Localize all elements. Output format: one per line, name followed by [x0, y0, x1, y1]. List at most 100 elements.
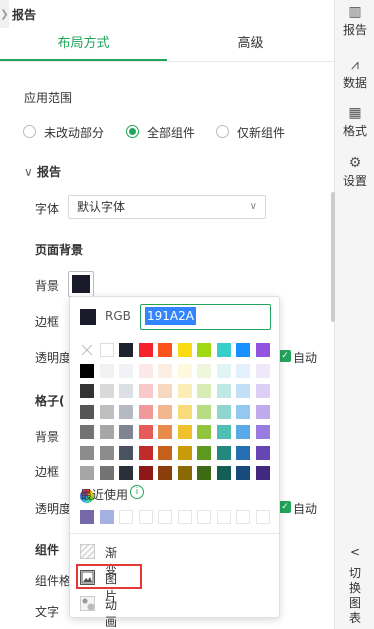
color-cell[interactable] — [99, 466, 114, 480]
scope-radio-unchanged[interactable] — [23, 125, 36, 138]
color-cell[interactable] — [99, 363, 114, 378]
color-cell[interactable] — [255, 404, 270, 419]
color-cell[interactable] — [177, 445, 192, 460]
color-cell[interactable] — [80, 363, 94, 378]
report-section-header[interactable]: ∨ 报告 — [24, 163, 61, 180]
color-cell[interactable] — [216, 466, 231, 480]
color-cell[interactable] — [99, 445, 114, 460]
rail-item-data[interactable]: ⩘ 数据 — [335, 56, 374, 91]
hex-input[interactable]: 191A2A — [140, 304, 271, 330]
color-cell[interactable] — [99, 404, 114, 419]
color-mode-label[interactable]: RGB — [105, 309, 131, 323]
grid-auto-checkbox[interactable]: ✓ — [279, 501, 291, 513]
color-cell[interactable] — [197, 363, 211, 378]
color-cell[interactable] — [138, 363, 153, 378]
recent-color-cell[interactable] — [138, 510, 153, 524]
scrollbar[interactable] — [331, 62, 335, 629]
recent-color-cell[interactable] — [119, 510, 133, 524]
bg-color-button[interactable] — [68, 271, 94, 297]
rail-item-settings[interactable]: ⚙ 设置 — [335, 154, 374, 189]
color-cell[interactable] — [99, 384, 114, 398]
recent-color-cell[interactable] — [158, 510, 172, 524]
color-cell[interactable] — [236, 425, 250, 439]
color-cell[interactable] — [236, 363, 250, 378]
color-cell[interactable] — [119, 466, 133, 480]
color-cell[interactable] — [158, 445, 172, 460]
auto-checkbox[interactable]: ✓ — [279, 350, 291, 362]
color-cell[interactable] — [119, 343, 133, 357]
color-cell[interactable] — [255, 363, 270, 378]
color-cell[interactable] — [138, 384, 153, 398]
color-cell[interactable] — [119, 384, 133, 398]
color-cell[interactable] — [80, 384, 94, 398]
color-cell[interactable] — [119, 404, 133, 419]
color-cell[interactable] — [216, 404, 231, 419]
recent-color-cell[interactable] — [216, 510, 231, 524]
scope-radio-all[interactable] — [126, 125, 139, 138]
color-cell[interactable] — [119, 445, 133, 460]
color-cell[interactable] — [255, 466, 270, 480]
color-cell[interactable] — [216, 425, 231, 439]
color-cell[interactable] — [177, 404, 192, 419]
font-select[interactable]: 默认字体 ∨ — [68, 195, 266, 219]
color-cell[interactable] — [255, 445, 270, 460]
tab-advanced[interactable]: 高级 — [167, 28, 334, 61]
collapse-handle[interactable]: ❯ — [0, 0, 9, 28]
rail-item-format[interactable]: ▦ 格式 — [335, 104, 374, 139]
color-cell[interactable] — [197, 466, 211, 480]
color-cell[interactable] — [158, 404, 172, 419]
color-cell[interactable] — [138, 425, 153, 439]
recent-color-cell[interactable] — [99, 510, 114, 524]
color-cell[interactable] — [158, 363, 172, 378]
color-cell[interactable] — [255, 425, 270, 439]
color-cell[interactable] — [216, 343, 231, 357]
recent-color-cell[interactable] — [255, 510, 270, 524]
recent-color-cell[interactable] — [197, 510, 211, 524]
color-cell[interactable] — [197, 343, 211, 357]
color-cell[interactable] — [80, 404, 94, 419]
color-cell[interactable] — [216, 384, 231, 398]
color-cell[interactable] — [236, 384, 250, 398]
color-cell[interactable] — [99, 343, 114, 357]
color-cell[interactable] — [236, 466, 250, 480]
color-cell[interactable] — [80, 466, 94, 480]
color-cell[interactable] — [177, 466, 192, 480]
color-cell[interactable] — [99, 425, 114, 439]
color-cell[interactable] — [177, 363, 192, 378]
color-cell[interactable] — [197, 384, 211, 398]
color-cell[interactable] — [158, 466, 172, 480]
color-cell[interactable] — [177, 425, 192, 439]
color-cell[interactable] — [216, 363, 231, 378]
color-cell[interactable] — [138, 343, 153, 357]
color-cell[interactable] — [158, 343, 172, 357]
rail-item-report[interactable]: ▥ 报告 — [335, 3, 374, 38]
recent-color-cell[interactable] — [80, 510, 94, 524]
color-cell[interactable] — [80, 445, 94, 460]
color-cell[interactable] — [138, 404, 153, 419]
recent-color-cell[interactable] — [177, 510, 192, 524]
info-icon[interactable]: i — [130, 485, 144, 499]
color-cell[interactable] — [197, 404, 211, 419]
color-cell[interactable] — [197, 445, 211, 460]
color-cell[interactable] — [255, 343, 270, 357]
scope-radio-new[interactable] — [216, 125, 229, 138]
recent-color-cell[interactable] — [236, 510, 250, 524]
color-cell[interactable] — [216, 445, 231, 460]
color-cell[interactable] — [158, 384, 172, 398]
tab-layout[interactable]: 布局方式 — [0, 28, 167, 61]
color-cell[interactable] — [138, 445, 153, 460]
color-cell[interactable] — [119, 425, 133, 439]
color-cell[interactable] — [80, 425, 94, 439]
switch-chart-button[interactable]: < 切 换 图 表 — [335, 545, 374, 626]
color-cell[interactable] — [236, 343, 250, 357]
color-cell[interactable] — [197, 425, 211, 439]
color-cell[interactable] — [119, 363, 133, 378]
scroll-thumb[interactable] — [331, 192, 335, 322]
color-cell[interactable] — [177, 343, 192, 357]
color-cell[interactable] — [158, 425, 172, 439]
color-cell[interactable] — [177, 384, 192, 398]
color-cell[interactable] — [255, 384, 270, 398]
color-cell[interactable] — [80, 343, 94, 357]
color-cell[interactable] — [236, 445, 250, 460]
color-cell[interactable] — [138, 466, 153, 480]
